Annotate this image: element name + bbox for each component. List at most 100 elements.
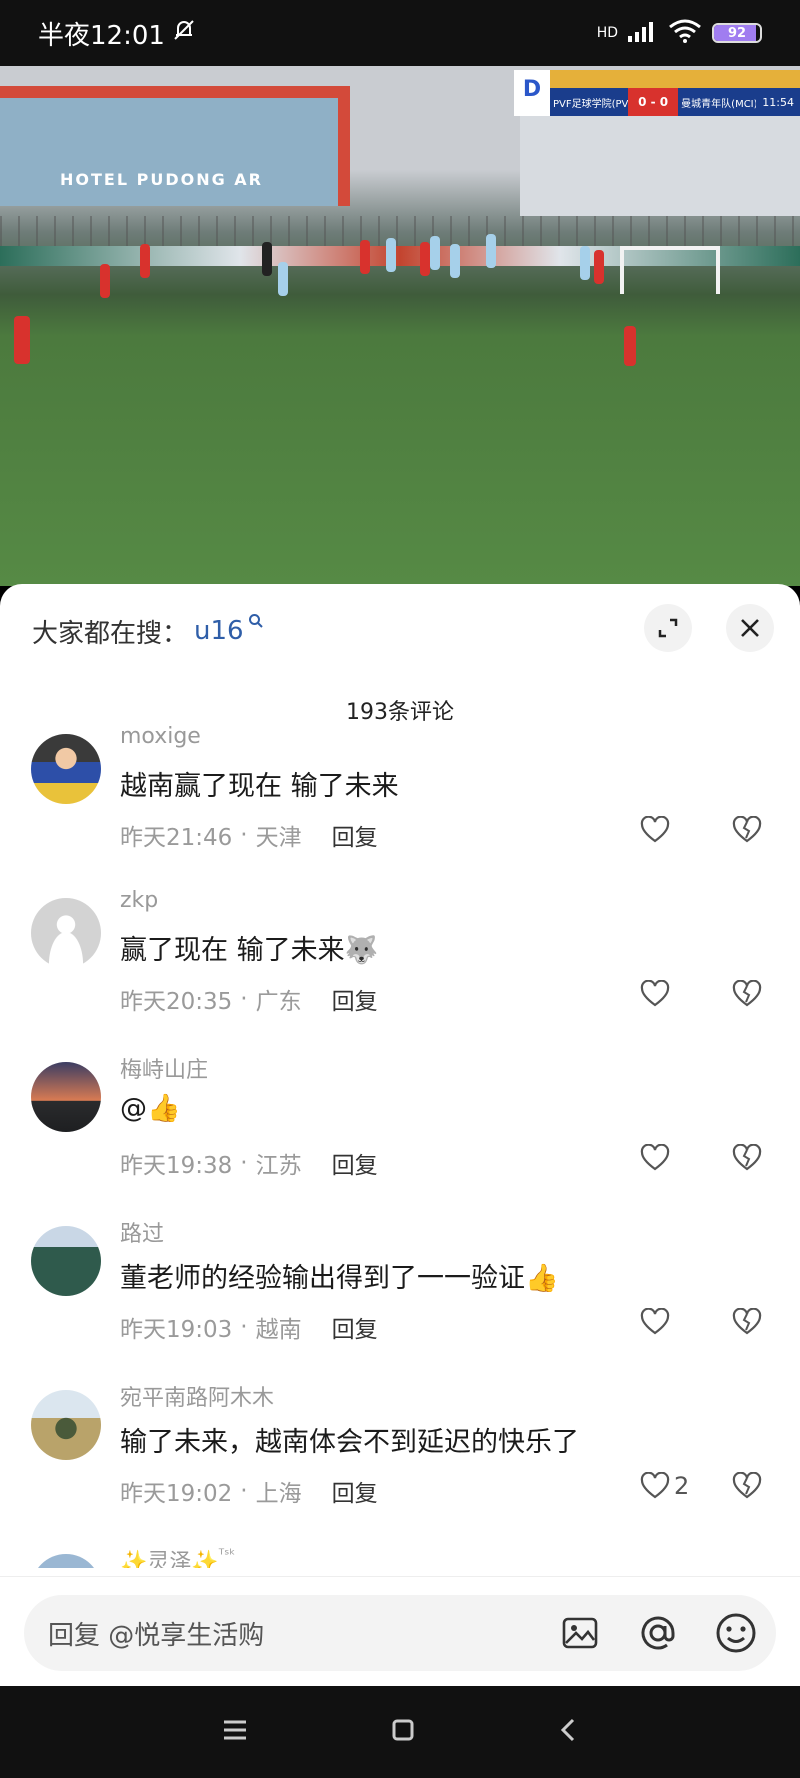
comment-item: 梅峙山庄 @👍 昨天19:38 · 江苏 回复	[0, 1052, 800, 1216]
comment-time: 昨天19:38	[120, 1153, 233, 1179]
like-button[interactable]: 2	[640, 1472, 689, 1500]
comment-author[interactable]: moxige	[120, 724, 201, 749]
reply-bar: 回复 @悦享生活购	[0, 1576, 800, 1686]
smiley-icon	[716, 1613, 756, 1653]
comment-time: 昨天19:03	[120, 1317, 233, 1343]
reply-button[interactable]: 回复	[332, 1146, 378, 1180]
comment-sheet: 大家都在搜： u16 193条评论 moxige 越南赢了现在 输了未来 昨天2…	[0, 584, 800, 1686]
reply-button[interactable]: 回复	[332, 1310, 378, 1344]
like-button[interactable]	[640, 816, 674, 844]
player	[486, 234, 496, 268]
scoreboard: D PVF足球学院(PVF) 0 - 0 曼城青年队(MCI) 11:54	[514, 70, 800, 116]
battery-icon: 92	[712, 23, 762, 43]
close-button[interactable]	[726, 604, 774, 652]
avatar[interactable]	[31, 1554, 101, 1568]
meta-separator: ·	[240, 822, 248, 848]
comment-count: 193条评论	[346, 700, 454, 725]
back-arrow-icon	[561, 1718, 575, 1742]
player	[624, 326, 636, 366]
heart-icon	[640, 1472, 670, 1499]
comment-item: 宛平南路阿木木 输了未来，越南体会不到延迟的快乐了 昨天19:02 · 上海 回…	[0, 1380, 800, 1544]
avatar[interactable]	[31, 734, 101, 804]
image-button[interactable]	[560, 1613, 600, 1657]
comment-author-row[interactable]: ✨灵泽✨ᵀˢᵏ	[120, 1544, 235, 1568]
comment-item: ✨灵泽✨ᵀˢᵏ	[0, 1544, 800, 1568]
broadcaster-logo: D	[514, 70, 550, 116]
dislike-button[interactable]	[732, 815, 762, 848]
comment-text: 赢了现在 输了未来	[120, 935, 345, 966]
menu-button[interactable]	[222, 1719, 248, 1745]
home-team: PVF足球学院(PVF)	[553, 98, 629, 110]
trending-search[interactable]: 大家都在搜： u16	[32, 606, 264, 656]
meta-separator: ·	[240, 986, 248, 1012]
comment-location: 广东	[255, 989, 302, 1015]
player	[262, 242, 272, 276]
close-icon	[741, 619, 759, 637]
status-bar: 半夜12:01 HD 92	[0, 0, 800, 66]
avatar[interactable]	[31, 1062, 101, 1132]
emoji-button[interactable]	[714, 1611, 758, 1659]
comment-item: zkp 赢了现在 输了未来🐺 昨天20:35 · 广东 回复	[0, 888, 800, 1052]
player	[580, 246, 590, 280]
dislike-button[interactable]	[732, 1143, 762, 1176]
mention-button[interactable]	[636, 1611, 680, 1659]
meta-separator: ·	[240, 1150, 248, 1176]
heart-icon	[640, 1308, 670, 1335]
background-building	[520, 106, 800, 216]
meta-separator: ·	[240, 1314, 248, 1340]
comment-author[interactable]: 梅峙山庄	[120, 1052, 208, 1084]
comment-body: @👍	[120, 1092, 181, 1124]
avatar[interactable]	[31, 898, 101, 968]
comment-body: 董老师的经验输出得到了一一验证👍	[120, 1256, 559, 1295]
like-button[interactable]	[640, 1144, 674, 1172]
user-badge: ᵀˢᵏ	[218, 1547, 236, 1563]
wolf-emoji: 🐺	[344, 935, 379, 966]
avatar[interactable]	[31, 1390, 101, 1460]
comment-author[interactable]: zkp	[120, 888, 158, 913]
expand-button[interactable]	[644, 604, 692, 652]
player	[278, 262, 288, 296]
comment-item: 路过 董老师的经验输出得到了一一验证👍 昨天19:03 · 越南 回复	[0, 1216, 800, 1380]
player	[386, 238, 396, 272]
reply-button[interactable]: 回复	[332, 818, 378, 852]
status-time: 半夜12:01	[38, 20, 165, 51]
back-button[interactable]	[558, 1717, 578, 1747]
comment-text: 董老师的经验输出得到了一一验证	[120, 1263, 525, 1294]
player	[14, 316, 30, 364]
reply-button[interactable]: 回复	[332, 1474, 378, 1508]
home-square-icon	[392, 1719, 414, 1741]
comment-body: 赢了现在 输了未来🐺	[120, 928, 378, 967]
player	[100, 264, 110, 298]
thumbs-up-emoji: 👍	[525, 1263, 559, 1294]
comment-location: 天津	[255, 825, 302, 851]
thumbs-up-emoji: 👍	[147, 1093, 181, 1124]
reply-placeholder: 回复 @悦享生活购	[48, 1620, 265, 1651]
comment-time: 昨天19:02	[120, 1481, 233, 1507]
player	[450, 244, 460, 278]
like-button[interactable]	[640, 1308, 674, 1336]
dislike-button[interactable]	[732, 979, 762, 1012]
network-label: HD	[596, 25, 618, 41]
like-button[interactable]	[640, 980, 674, 1008]
comment-location: 江苏	[255, 1153, 302, 1179]
broken-heart-icon	[732, 979, 762, 1007]
heart-icon	[640, 980, 670, 1007]
home-button[interactable]	[391, 1718, 415, 1746]
image-icon	[562, 1617, 598, 1649]
player	[594, 250, 604, 284]
video-player[interactable]: HOTEL PUDONG AR D PVF足球学院(PVF) 0 - 0 曼城青…	[0, 66, 800, 586]
dislike-button[interactable]	[732, 1307, 762, 1340]
heart-icon	[640, 1144, 670, 1171]
broken-heart-icon	[732, 1471, 762, 1499]
comment-list[interactable]: moxige 越南赢了现在 输了未来 昨天21:46 · 天津 回复 zkp 赢…	[0, 724, 800, 1568]
avatar[interactable]	[31, 1226, 101, 1296]
heart-icon	[640, 816, 670, 843]
menu-icon	[223, 1720, 246, 1740]
comment-author[interactable]: 宛平南路阿木木	[120, 1380, 274, 1412]
search-term[interactable]: u16	[194, 616, 244, 646]
comment-author[interactable]: 路过	[120, 1216, 164, 1248]
reply-button[interactable]: 回复	[332, 982, 378, 1016]
away-team: 曼城青年队(MCI)	[681, 98, 757, 110]
dislike-button[interactable]	[732, 1471, 762, 1504]
comment-author[interactable]: ✨灵泽✨	[120, 1550, 219, 1568]
